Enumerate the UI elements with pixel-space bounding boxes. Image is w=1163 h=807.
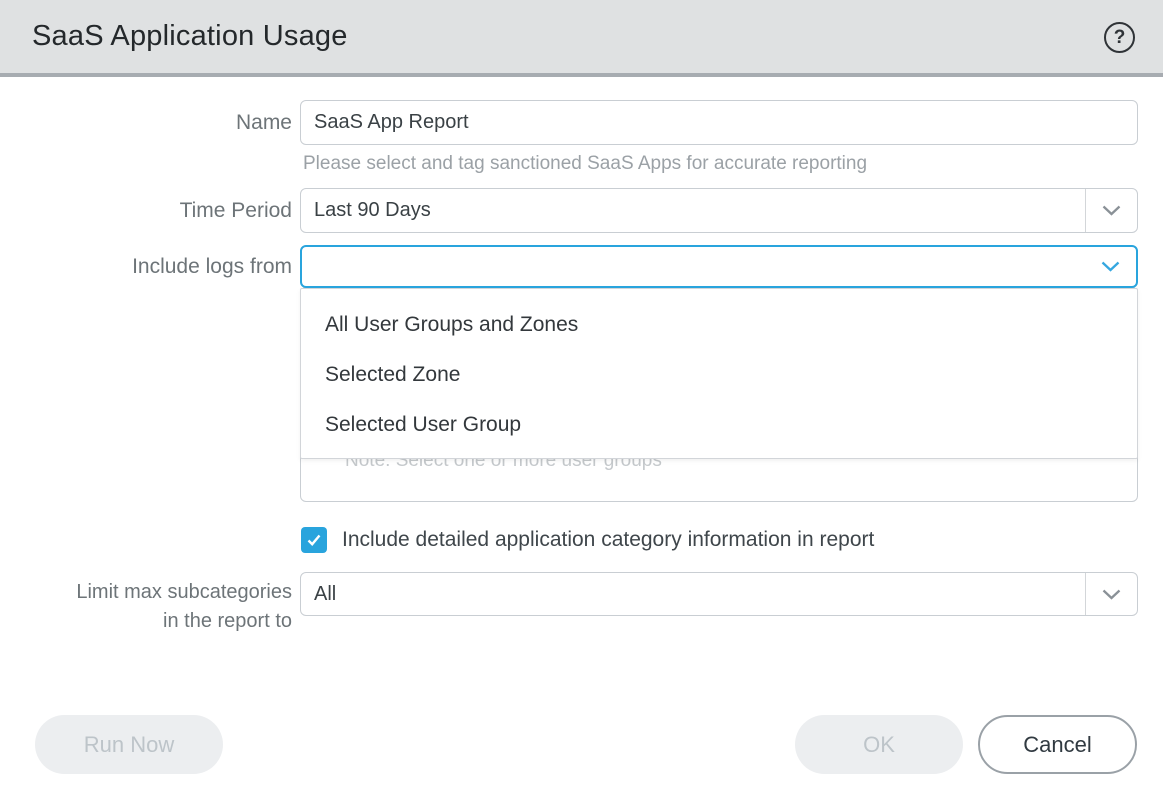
menu-option-all-user-groups-and-zones[interactable]: All User Groups and Zones	[301, 300, 1137, 350]
run-now-button[interactable]: Run Now	[35, 715, 223, 774]
limit-subcategories-label-line1: Limit max subcategories	[0, 578, 292, 607]
help-icon[interactable]: ?	[1104, 22, 1135, 53]
name-input[interactable]	[300, 100, 1138, 145]
ok-button[interactable]: OK	[795, 715, 963, 774]
detail-category-checkbox[interactable]	[301, 527, 327, 553]
detail-category-checkbox-label: Include detailed application category in…	[342, 527, 874, 553]
limit-subcategories-select[interactable]: All	[300, 572, 1138, 616]
dialog-header: SaaS Application Usage	[0, 0, 1163, 77]
chevron-down-icon	[1101, 261, 1120, 272]
name-label: Name	[0, 100, 292, 145]
limit-subcategories-value: All	[301, 583, 1137, 606]
chevron-down-icon	[1102, 205, 1121, 216]
limit-subcategories-label: Limit max subcategories in the report to	[0, 578, 292, 636]
include-logs-from-menu: All User Groups and Zones Selected Zone …	[300, 288, 1138, 459]
time-period-select[interactable]: Last 90 Days	[300, 188, 1138, 233]
dialog-title: SaaS Application Usage	[32, 20, 348, 53]
limit-subcategories-label-line2: in the report to	[0, 607, 292, 636]
time-period-label: Time Period	[0, 188, 292, 233]
help-glyph: ?	[1114, 27, 1126, 49]
name-helper-text: Please select and tag sanctioned SaaS Ap…	[303, 153, 867, 175]
time-period-value: Last 90 Days	[301, 199, 1137, 222]
menu-option-selected-zone[interactable]: Selected Zone	[301, 350, 1137, 400]
saas-application-usage-dialog: SaaS Application Usage ? Name Please sel…	[0, 0, 1163, 807]
time-period-trigger[interactable]	[1085, 189, 1137, 232]
include-logs-from-label: Include logs from	[0, 245, 292, 288]
include-logs-from-select[interactable]	[300, 245, 1138, 288]
include-logs-from-trigger[interactable]	[1084, 247, 1136, 286]
cancel-button[interactable]: Cancel	[978, 715, 1137, 774]
checkmark-icon	[306, 533, 322, 547]
chevron-down-icon	[1102, 589, 1121, 600]
menu-option-selected-user-group[interactable]: Selected User Group	[301, 400, 1137, 450]
limit-subcategories-trigger[interactable]	[1085, 573, 1137, 615]
